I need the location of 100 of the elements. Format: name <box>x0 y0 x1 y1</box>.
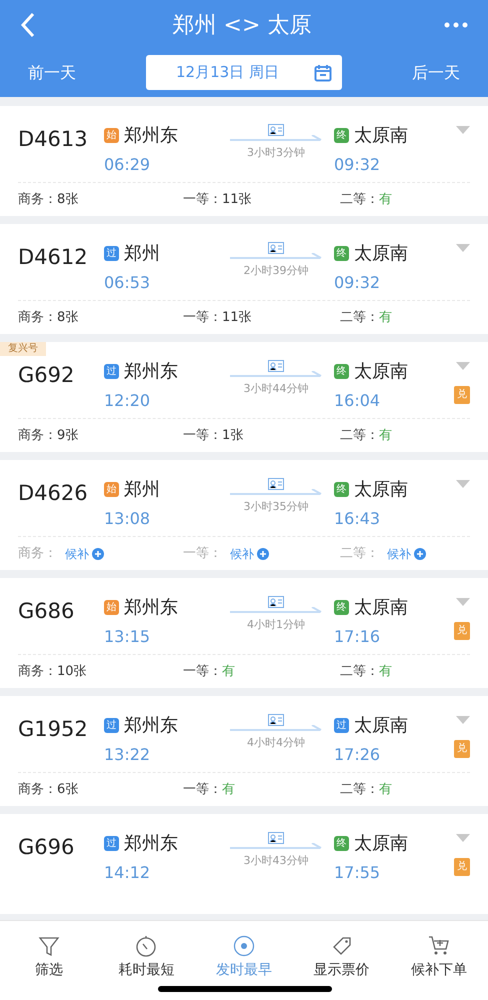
train-card[interactable]: D4612 过 郑州 06:53 2小时39分钟 终 太原南 09:32 商务：8张 一等：11张 二等：有 <box>0 224 488 334</box>
id-card-icon <box>268 360 284 372</box>
station-name: 郑州东 <box>124 124 178 148</box>
duration-text: 2小时39分钟 <box>244 263 308 279</box>
train-card[interactable]: G696 过 郑州东 14:12 3小时43分钟 终 太原南 17:55 兑 <box>0 814 488 914</box>
toolbar-button[interactable]: 耗时最短 <box>101 935 192 1000</box>
page-title: 郑州 <> 太原 <box>172 12 312 40</box>
train-card[interactable]: D4626 始 郑州 13:08 3小时35分钟 终 太原南 16:43 商务： 候补 一等： 候补 二等： 候补 <box>0 460 488 570</box>
arrow-icon <box>230 253 322 261</box>
station-name: 郑州 <box>124 242 160 266</box>
plus-icon[interactable] <box>92 548 104 560</box>
station-name: 郑州东 <box>124 596 178 620</box>
time-text: 06:53 <box>104 272 152 294</box>
seat-value: 9张 <box>57 427 78 445</box>
dropdown-icon[interactable] <box>456 480 470 488</box>
time-text: 17:26 <box>334 744 382 766</box>
time-text: 16:04 <box>334 390 382 412</box>
train-card[interactable]: G686 始 郑州东 13:15 4小时1分钟 终 太原南 17:16 兑 商务：10张 一等：有 二等：有 <box>0 578 488 688</box>
time-text: 13:22 <box>104 744 152 766</box>
dropdown-icon[interactable] <box>456 834 470 842</box>
seat-value: 有 <box>379 191 392 209</box>
exchange-badge: 兑 <box>454 740 470 758</box>
seat-value: 11张 <box>222 191 252 209</box>
id-card-icon <box>268 124 284 136</box>
duration-text: 3小时44分钟 <box>244 381 308 397</box>
train-number: D4612 <box>18 244 89 271</box>
id-card-icon <box>268 714 284 726</box>
dropdown-icon[interactable] <box>456 126 470 134</box>
id-card-icon <box>268 596 284 608</box>
station-badge: 过 <box>104 718 119 733</box>
cart-icon <box>428 935 450 957</box>
train-number: G696 <box>18 834 76 861</box>
plus-icon[interactable] <box>414 548 426 560</box>
seat-label: 商务： <box>18 545 57 563</box>
clock-icon <box>232 935 255 957</box>
seat-value: 有 <box>379 309 392 327</box>
seat-value: 8张 <box>57 309 78 327</box>
station-badge: 过 <box>104 364 119 379</box>
station-badge: 终 <box>334 600 349 615</box>
seat-label: 商务： <box>18 427 57 445</box>
time-text: 17:16 <box>334 626 382 648</box>
seat-label: 商务： <box>18 309 57 327</box>
dropdown-icon[interactable] <box>456 362 470 370</box>
train-card[interactable]: D4613 始 郑州东 06:29 3小时3分钟 终 太原南 09:32 商务：8张 一等：11张 二等：有 <box>0 106 488 216</box>
timer-icon <box>135 935 158 957</box>
id-card-icon <box>268 478 284 490</box>
station-name: 太原南 <box>354 596 408 620</box>
toolbar-button[interactable]: 候补下单 <box>394 935 484 1000</box>
time-text: 14:12 <box>104 862 152 884</box>
more-icon[interactable] <box>444 21 468 29</box>
dropdown-icon[interactable] <box>456 598 470 606</box>
station-name: 太原南 <box>354 832 408 856</box>
station-name: 太原南 <box>354 714 408 738</box>
seat-label: 二等： <box>340 545 379 563</box>
arrow-icon <box>230 725 322 733</box>
seat-value: 10张 <box>57 663 87 681</box>
station-badge: 终 <box>334 836 349 851</box>
station-badge: 终 <box>334 128 349 143</box>
exchange-badge: 兑 <box>454 386 470 404</box>
time-text: 16:43 <box>334 508 382 530</box>
id-card-icon <box>268 832 284 844</box>
arrow-icon <box>230 607 322 615</box>
train-number: G686 <box>18 598 76 625</box>
station-badge: 过 <box>104 836 119 851</box>
toolbar-button[interactable]: 显示票价 <box>296 935 387 1000</box>
train-tag: 复兴号 <box>0 342 46 356</box>
train-card[interactable]: 复兴号 G692 过 郑州东 12:20 3小时44分钟 终 太原南 16:04 兑 商务：9张 一等：1张 二等：有 <box>0 342 488 452</box>
seat-value: 有 <box>222 781 235 799</box>
time-text: 09:32 <box>334 272 382 294</box>
seat-label: 一等： <box>183 781 222 799</box>
train-card[interactable]: G1952 过 郑州东 13:22 4小时4分钟 过 太原南 17:26 兑 商务：6张 一等：有 二等：有 <box>0 696 488 806</box>
seat-label: 一等： <box>183 663 222 681</box>
seat-label: 二等： <box>340 191 379 209</box>
train-number: D4626 <box>18 480 89 507</box>
time-text: 09:32 <box>334 154 382 176</box>
seat-label: 一等： <box>183 191 222 209</box>
station-name: 郑州东 <box>124 360 178 384</box>
seat-value: 8张 <box>57 191 78 209</box>
seat-value: 6张 <box>57 781 78 799</box>
arrow-icon <box>230 135 322 143</box>
station-badge: 始 <box>104 600 119 615</box>
dropdown-icon[interactable] <box>456 716 470 724</box>
id-card-icon <box>268 242 284 254</box>
duration-text: 4小时4分钟 <box>247 735 305 751</box>
station-name: 郑州东 <box>124 714 178 738</box>
seat-label: 二等： <box>340 781 379 799</box>
seat-value: 有 <box>222 663 235 681</box>
price-tag-icon <box>330 935 353 957</box>
station-badge: 终 <box>334 246 349 261</box>
plus-icon[interactable] <box>257 548 269 560</box>
toolbar-button[interactable]: 筛选 <box>4 935 94 1000</box>
seat-label: 商务： <box>18 781 57 799</box>
seat-label: 一等： <box>183 427 222 445</box>
seat-value: 1张 <box>222 427 244 445</box>
station-name: 太原南 <box>354 478 408 502</box>
seat-label: 商务： <box>18 663 57 681</box>
duration-text: 3小时35分钟 <box>244 499 308 515</box>
time-text: 17:55 <box>334 862 382 884</box>
station-badge: 过 <box>104 246 119 261</box>
dropdown-icon[interactable] <box>456 244 470 252</box>
